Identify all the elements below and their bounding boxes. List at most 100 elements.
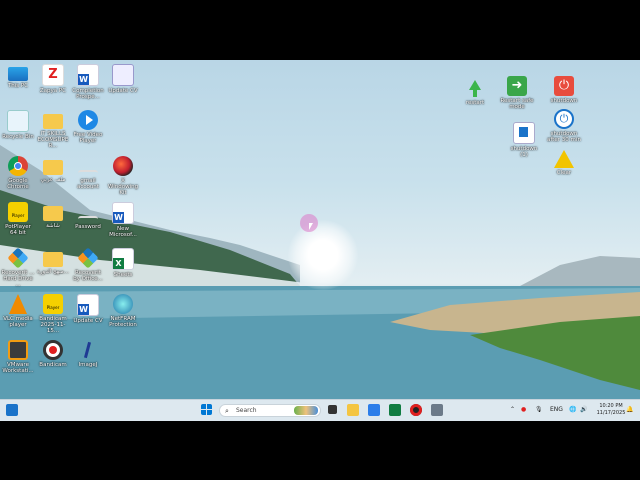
desktop-icon-restart[interactable]: restart [458,78,492,106]
icon-label: NetFRAM Protection [109,316,137,328]
desktop-icon-arabic-folder-2[interactable]: شاشة [36,202,70,229]
vmware-icon [8,340,28,360]
clock-time: 10:20 PM [599,403,623,409]
warning-icon [554,150,574,168]
icon-label: Google Chrome [7,178,29,190]
search-highlight-image [294,406,318,415]
desktop-icon-bandicam-recording[interactable]: Bandicam 2025-11-15... [36,294,70,334]
shutdown-timer-icon [554,109,574,129]
volume-icon[interactable]: 🔊 [580,405,587,415]
icon-label: VLC media player [3,316,33,328]
desktop-icon-gmail-account[interactable]: gmail account [71,156,105,190]
video-player-icon [78,110,98,130]
icon-label: منهج الدورة... [37,269,69,275]
desktop-icon-recoverit-office[interactable]: Recoverit by Office... [71,247,105,282]
microphone-icon[interactable]: 🎙 [535,405,543,415]
restart-safe-icon [507,76,527,96]
icon-label: shutdown after 30 min [547,131,581,143]
icon-label: شاشة [46,223,60,229]
icon-label: restart [465,100,485,106]
restart-icon [465,78,485,98]
text-file-icon [78,216,98,222]
desktop-icon-shutdown[interactable]: shutdown [547,76,581,104]
desktop-icon-clear[interactable]: Clear [547,150,581,176]
bandicam-icon [43,340,63,360]
taskbar: ⌕ Search ⌃ ● 🎙 ENG 🌐 🔊 10:20 PM 11/17/20… [0,399,640,421]
desktop-icon-new-microsoft-word[interactable]: New Microsof... [106,202,140,238]
imagej-icon [78,340,98,360]
search-placeholder: Search [236,407,257,414]
sun-glow [288,220,358,290]
icon-label: Sheets [113,272,133,278]
bandicam-taskbar-icon[interactable] [410,404,422,416]
word-doc-icon [77,64,99,86]
desktop-icon-arabic-folder-1[interactable]: ملف عربي [36,156,70,183]
icon-label: gmail account [77,178,99,190]
desktop-icon-recycle-bin[interactable]: Recycle Bin [1,110,35,140]
desktop-icon-recoverit-hard-drive[interactable]: Recoverit ... Hard Drive ... [1,247,35,288]
icon-label: This PC [7,83,29,89]
widgets-icon[interactable] [6,404,18,416]
notifications-icon[interactable]: 🔔 [626,405,633,415]
icon-label: shutdown [550,98,578,104]
desktop-icon-free-video-player[interactable]: Free Video Player [71,110,105,144]
taskbar-search-box[interactable]: ⌕ Search [219,404,321,417]
desktop-icon-it-skills-folder[interactable]: IT SKILLS ECOMSUPER... [36,110,70,149]
show-hidden-icons-chevron-icon[interactable]: ⌃ [510,405,515,415]
microsoft-store-icon[interactable] [368,404,380,416]
pc-icon [8,67,28,81]
language-indicator[interactable]: ENG [550,405,563,415]
desktop-icon-shutdown-after-30-min[interactable]: shutdown after 30 min [547,109,581,143]
icon-label: Zapya PC [39,88,67,94]
desktop-icon-shutdown-1[interactable]: shutdown (1) [507,122,541,158]
desktop-icon-netfram-protection[interactable]: NetFRAM Protection [106,294,140,328]
desktop-icon-zapya[interactable]: Zapya PC [36,64,70,94]
excel-icon [112,248,134,270]
desktop-icon-completion-prospectus[interactable]: Completion Prospe... [71,64,105,100]
desktop-icon-arabic-folder-3[interactable]: منهج الدورة... [36,248,70,275]
desktop-icon-imagej[interactable]: ImageJ [71,340,105,368]
desktop-icon-x-windowing-kit[interactable]: X Windowing Kit [106,156,140,196]
icon-label: Free Video Player [73,132,103,144]
desktop-icon-update-cv[interactable]: Update CV [71,294,105,324]
icon-label: Recoverit by Office... [73,270,103,282]
icon-label: Recycle Bin [2,134,34,140]
desktop-icon-google-chrome[interactable]: Google Chrome [1,156,35,190]
desktop-icon-sheets[interactable]: Sheets [106,248,140,278]
desktop-icon-bandicam[interactable]: Bandicam [36,340,70,368]
folder-icon [43,252,63,267]
text-file-icon [78,170,98,176]
desktop-icon-vmware[interactable]: VMware Workstati... [1,340,35,374]
task-view-icon[interactable] [328,405,337,414]
desktop-icon-this-pc[interactable]: This PC [1,64,35,89]
chrome-icon [8,156,28,176]
desktop-icon-restart-safe-mode[interactable]: Restart safe mode [500,76,534,110]
file-explorer-icon[interactable] [347,404,359,416]
zapya-icon [42,64,64,86]
icon-label: Recoverit ... Hard Drive ... [1,270,35,288]
xlive-icon [113,156,133,176]
network-icon[interactable]: 🌐 [569,405,576,415]
recording-tray-icon[interactable]: ● [521,405,526,415]
folder-icon [43,114,63,129]
clock-date: 11/17/2025 [596,410,626,416]
icon-label: Bandicam 2025-11-15... [39,316,67,334]
search-icon: ⌕ [225,407,229,415]
desktop[interactable]: This PC Zapya PC Completion Prospe... Up… [0,60,640,420]
desktop-icon-potplayer[interactable]: PotPlayer 64 bit [1,202,35,236]
start-button[interactable] [201,404,212,415]
update-icon [112,64,134,86]
recoverit-icon [7,247,29,269]
icon-label: Clear [556,170,572,176]
icon-label: Password [75,224,101,230]
system-clock[interactable]: 10:20 PM 11/17/2025 [596,403,626,417]
icon-label: Bandicam [39,362,67,368]
calculator-icon[interactable] [431,404,443,416]
potplayer-icon [43,294,63,314]
icon-label: Completion Prospe... [72,88,104,100]
desktop-icon-vlc[interactable]: VLC media player [1,294,35,328]
desktop-icon-update-cv-top[interactable]: Update CV [106,64,140,94]
desktop-icon-password[interactable]: Password [71,202,105,230]
icon-label: X Windowing Kit [107,178,139,196]
excel-taskbar-icon[interactable] [389,404,401,416]
